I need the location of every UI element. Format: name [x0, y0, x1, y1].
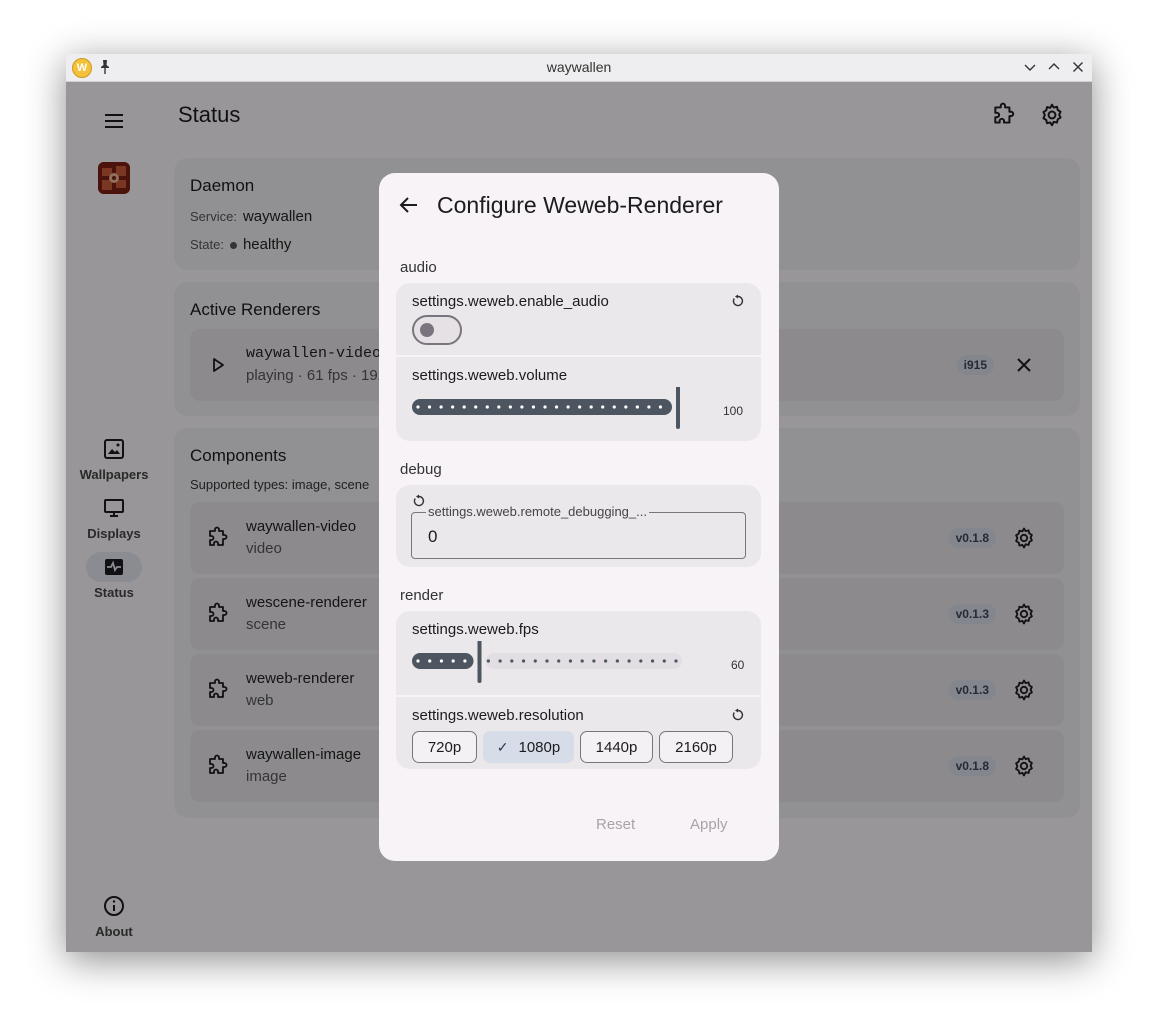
enable-audio-label: settings.weweb.enable_audio [412, 293, 609, 310]
slider-tick [497, 405, 501, 409]
option-label: 1080p [518, 738, 561, 756]
slider-active-track [412, 399, 672, 415]
maximize-icon[interactable] [1046, 59, 1062, 75]
remote-debugging-value: 0 [428, 527, 438, 546]
slider-tick [627, 659, 631, 663]
volume-value: 100 [723, 404, 744, 418]
resolution-option-720p[interactable]: 720p [412, 731, 477, 763]
slider-tick [650, 659, 655, 663]
slider-tick [604, 659, 608, 663]
slider-tick [439, 405, 443, 409]
resolution-option-1080p[interactable]: ✓ 1080p [483, 731, 574, 763]
volume-slider[interactable] [412, 387, 682, 435]
slider-tick [520, 405, 524, 409]
option-label: 2160p [675, 738, 717, 756]
minimize-icon[interactable] [1022, 59, 1038, 75]
slider-tick [658, 405, 663, 409]
slider-tick [463, 659, 467, 663]
slider-tick [485, 405, 489, 409]
reset-default-icon[interactable] [731, 294, 745, 308]
slider-tick [427, 405, 432, 409]
reset-button[interactable]: Reset [596, 816, 635, 833]
dialog-title: Configure Weweb-Renderer [437, 192, 723, 218]
slider-tick [510, 659, 514, 663]
audio-group: settings.weweb.enable_audio settings.wew… [396, 283, 761, 441]
slider-tick [557, 659, 561, 663]
slider-tick [635, 405, 639, 409]
resolution-option-2160p[interactable]: 2160p [659, 731, 733, 763]
slider-tick [416, 405, 420, 409]
resolution-option-1440p[interactable]: 1440p [580, 731, 653, 763]
reset-default-icon[interactable] [731, 708, 745, 722]
slider-tick [545, 659, 549, 663]
slider-tick [439, 659, 444, 663]
slider-tick [486, 659, 490, 663]
slider-tick [451, 659, 455, 663]
slider-tick [662, 659, 666, 663]
slider-tick [533, 659, 537, 663]
enable-audio-switch[interactable] [412, 315, 462, 345]
resolution-setting: settings.weweb.resolution 720p ✓ 1080p 14… [396, 695, 761, 769]
slider-tick [554, 405, 559, 409]
enable-audio-setting: settings.weweb.enable_audio [396, 283, 761, 355]
slider-tick [428, 659, 432, 663]
slider-tick [508, 405, 512, 409]
check-icon: ✓ [496, 738, 509, 755]
switch-knob [420, 323, 434, 337]
fps-slider[interactable] [412, 641, 682, 689]
slider-tick [566, 405, 570, 409]
slider-tick [451, 405, 455, 409]
slider-tick [543, 405, 547, 409]
fps-value: 60 [731, 658, 745, 672]
slider-tick [612, 405, 616, 409]
remote-debugging-field[interactable]: settings.weweb.remote_debugging_... 0 [411, 504, 746, 559]
slider-tick [592, 659, 596, 663]
volume-label: settings.weweb.volume [412, 367, 568, 384]
title-bar: W waywallen [66, 54, 1092, 82]
configure-dialog: Configure Weweb-Renderer audio settings.… [379, 173, 779, 861]
slider-tick [568, 659, 573, 663]
slider-handle [477, 641, 482, 683]
section-audio: audio [400, 259, 437, 276]
slider-tick [601, 405, 605, 409]
render-group: settings.weweb.fps 60 settings.weweb.res… [396, 611, 761, 769]
slider-tick [498, 659, 502, 663]
section-debug: debug [400, 461, 442, 478]
apply-button[interactable]: Apply [690, 816, 728, 833]
back-arrow-icon[interactable] [397, 193, 421, 217]
window-title: waywallen [546, 59, 612, 75]
slider-tick [674, 659, 678, 663]
remote-debugging-label: settings.weweb.remote_debugging_... [426, 504, 649, 519]
section-render: render [400, 587, 444, 604]
slider-tick [615, 659, 619, 663]
slider-tick [580, 659, 584, 663]
slider-tick [521, 659, 526, 663]
slider-tick [647, 405, 651, 409]
resolution-label: settings.weweb.resolution [412, 707, 584, 724]
slider-tick [416, 659, 420, 663]
debug-group: settings.weweb.remote_debugging_... 0 [396, 485, 761, 567]
slider-tick [639, 659, 643, 663]
slider-tick [474, 405, 478, 409]
volume-setting: settings.weweb.volume 100 [396, 355, 761, 441]
close-icon[interactable] [1070, 59, 1086, 75]
option-label: 720p [427, 738, 462, 756]
reset-default-icon[interactable] [412, 494, 426, 508]
slider-tick [531, 405, 536, 409]
fps-setting: settings.weweb.fps 60 [396, 611, 761, 695]
slider-tick [624, 405, 628, 409]
slider-tick [589, 405, 593, 409]
option-label: 1440p [595, 738, 638, 756]
slider-tick [578, 405, 582, 409]
slider-handle [676, 387, 680, 429]
fps-label: settings.weweb.fps [412, 621, 539, 638]
slider-tick [462, 405, 466, 409]
